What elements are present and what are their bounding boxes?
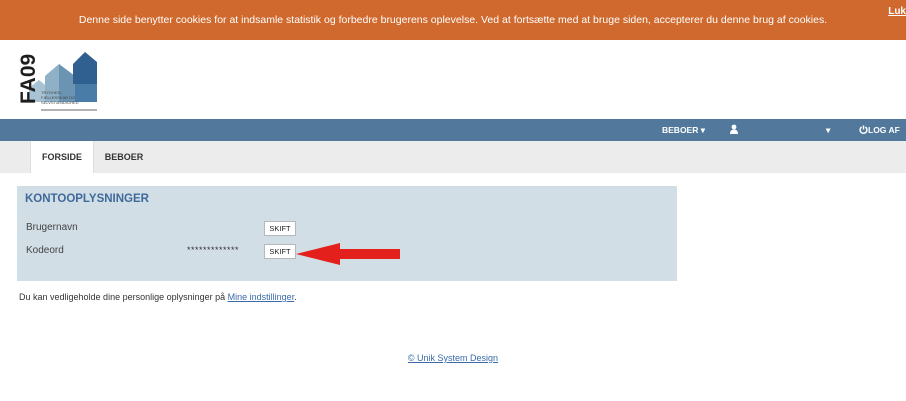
chevron-down-icon[interactable]: ▾ [826, 125, 830, 136]
panel-title: KONTOOPLYSNINGER [25, 193, 149, 205]
password-value: ************* [187, 245, 240, 255]
logo-tagline-3: SELVSTÆNDIGHED [41, 100, 79, 105]
logo: FA09 TRYGHED, FÆLLESSKAB OG SELVSTÆNDIGH… [15, 44, 105, 118]
tab-forside[interactable]: FORSIDE [30, 141, 94, 173]
beboer-menu[interactable]: BEBOER ▾ [662, 125, 705, 136]
cookie-close-link[interactable]: Luk [888, 6, 906, 17]
cookie-text: Denne side benytter cookies for at indsa… [78, 14, 828, 26]
top-navbar: BEBOER ▾ ▾ LOG AF [0, 119, 906, 141]
settings-link[interactable]: Mine indstillinger [228, 292, 295, 302]
logo-house-dark [73, 52, 97, 84]
account-panel: KONTOOPLYSNINGER Brugernavn SKIFT Kodeor… [17, 186, 677, 281]
power-icon [859, 125, 868, 135]
logo-brand: FA09 [17, 54, 40, 104]
info-text: Du kan vedligeholde dine personlige oply… [19, 292, 297, 302]
password-label: Kodeord [26, 245, 64, 256]
logout-label: LOG AF [868, 125, 900, 135]
info-prefix: Du kan vedligeholde dine personlige oply… [19, 292, 228, 302]
sub-navigation: FORSIDE BEBOER [0, 141, 906, 173]
username-label: Brugernavn [26, 222, 78, 233]
footer: © Unik System Design [0, 353, 906, 363]
change-username-button[interactable]: SKIFT [264, 221, 296, 236]
info-suffix: . [294, 292, 297, 302]
logout-button[interactable]: LOG AF [859, 125, 900, 135]
footer-link[interactable]: © Unik System Design [408, 353, 498, 363]
arrow-icon [296, 243, 400, 265]
change-password-button[interactable]: SKIFT [264, 244, 296, 259]
tab-beboer[interactable]: BEBOER [93, 141, 155, 173]
logo-graphic: FA09 TRYGHED, FÆLLESSKAB OG SELVSTÆNDIGH… [17, 52, 97, 111]
cookie-banner: Denne side benytter cookies for at indsa… [0, 0, 906, 40]
user-icon[interactable] [730, 124, 738, 136]
